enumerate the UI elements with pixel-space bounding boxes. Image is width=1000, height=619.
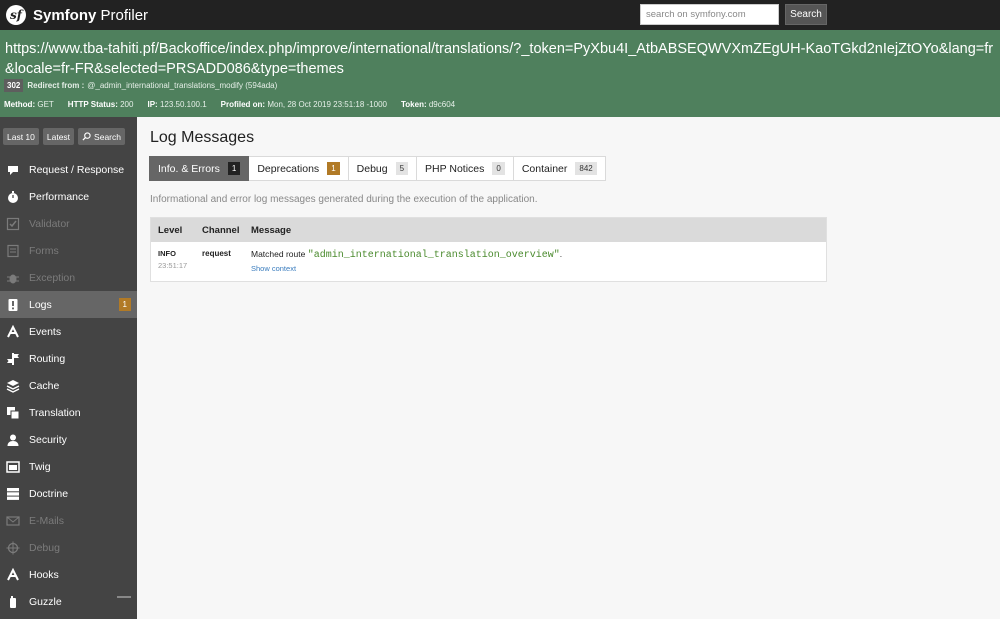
sidebar-item-logs[interactable]: Logs 1 bbox=[0, 291, 137, 318]
log-level: INFO bbox=[158, 249, 176, 258]
sidebar-item-request-response[interactable]: Request / Response bbox=[0, 156, 137, 183]
sidebar-item-doctrine[interactable]: Doctrine bbox=[0, 480, 137, 507]
log-channel-cell: request bbox=[195, 242, 244, 281]
main-panel: Log Messages Info. & Errors 1 Deprecatio… bbox=[137, 117, 1000, 619]
sidebar-item-validator[interactable]: Validator bbox=[0, 210, 137, 237]
twig-icon bbox=[6, 460, 20, 474]
crosshair-icon bbox=[6, 541, 20, 555]
log-channel: request bbox=[202, 249, 231, 258]
tab-count-badge: 842 bbox=[575, 162, 597, 175]
database-icon bbox=[6, 487, 20, 501]
sidebar-item-debug[interactable]: Debug bbox=[0, 534, 137, 561]
redirect-label: Redirect from : bbox=[27, 81, 85, 90]
sidebar-item-guzzle[interactable]: Guzzle bbox=[0, 588, 137, 615]
sidebar-scroll-indicator[interactable] bbox=[117, 596, 131, 598]
events-icon bbox=[6, 324, 20, 339]
table-row: INFO 23:51:17 request Matched route "adm… bbox=[151, 242, 826, 281]
log-table: Level Channel Message INFO 23:51:17 requ… bbox=[150, 217, 827, 282]
sidebar-search-button[interactable]: Search bbox=[78, 128, 125, 145]
form-icon bbox=[6, 244, 20, 258]
tab-count-badge: 1 bbox=[227, 162, 241, 175]
cache-layers-icon bbox=[6, 379, 20, 393]
tab-count-badge: 0 bbox=[492, 162, 505, 175]
meta-profiled-on: Profiled on: Mon, 28 Oct 2019 23:51:18 -… bbox=[220, 100, 387, 109]
redirect-info: 302 Redirect from : @_admin_internationa… bbox=[4, 79, 277, 92]
translation-icon bbox=[6, 406, 20, 420]
log-message: Matched route "admin_international_trans… bbox=[251, 249, 563, 261]
log-level-cell: INFO 23:51:17 bbox=[151, 242, 195, 281]
log-table-header: Level Channel Message bbox=[151, 218, 826, 242]
tab-deprecations[interactable]: Deprecations 1 bbox=[249, 156, 349, 181]
symfony-logo-icon: sf bbox=[6, 5, 26, 25]
sidebar-item-cache[interactable]: Cache bbox=[0, 372, 137, 399]
request-icon bbox=[6, 163, 20, 177]
redirect-route-link[interactable]: @_admin_international_translations_modif… bbox=[87, 81, 277, 90]
status-badge: 302 bbox=[4, 79, 24, 92]
column-header-message: Message bbox=[251, 224, 292, 236]
sidebar-item-hooks[interactable]: Hooks bbox=[0, 561, 137, 588]
brand-title: Symfony Profiler bbox=[33, 6, 149, 24]
logs-icon bbox=[6, 298, 20, 312]
column-header-channel: Channel bbox=[202, 224, 240, 236]
log-message-cell: Matched route "admin_international_trans… bbox=[244, 242, 826, 281]
hooks-icon bbox=[6, 567, 20, 582]
mail-icon bbox=[6, 514, 20, 528]
request-url[interactable]: https://www.tba-tahiti.pf/Backoffice/ind… bbox=[5, 39, 995, 79]
logs-count-badge: 1 bbox=[118, 298, 131, 311]
search-button[interactable]: Search bbox=[785, 4, 827, 25]
tab-count-badge: 1 bbox=[327, 162, 340, 175]
search-icon bbox=[82, 132, 91, 141]
guzzle-icon bbox=[6, 595, 20, 609]
tab-container[interactable]: Container 842 bbox=[513, 156, 606, 181]
meta-ip: IP: 123.50.100.1 bbox=[147, 100, 207, 109]
signpost-icon bbox=[6, 352, 20, 366]
profiler-header: sf Symfony Profiler Search bbox=[0, 0, 1000, 30]
sidebar-item-twig[interactable]: Twig bbox=[0, 453, 137, 480]
stopwatch-icon bbox=[6, 190, 20, 204]
check-icon bbox=[6, 217, 20, 231]
tab-description: Informational and error log messages gen… bbox=[150, 194, 538, 205]
panel-nav: Request / Response Performance Validator… bbox=[0, 156, 137, 615]
user-icon bbox=[6, 433, 20, 447]
tab-php-notices[interactable]: PHP Notices 0 bbox=[417, 156, 514, 181]
log-time: 23:51:17 bbox=[158, 261, 188, 270]
last-10-button[interactable]: Last 10 bbox=[3, 128, 39, 145]
route-name: "admin_international_translation_overvie… bbox=[307, 250, 560, 261]
sidebar-item-routing[interactable]: Routing bbox=[0, 345, 137, 372]
log-tabs: Info. & Errors 1 Deprecations 1 Debug 5 … bbox=[149, 156, 606, 181]
symfony-logo[interactable]: sf Symfony Profiler bbox=[6, 5, 148, 25]
tab-count-badge: 5 bbox=[395, 162, 409, 175]
meta-http-status: HTTP Status: 200 bbox=[67, 100, 134, 109]
sidebar-item-emails[interactable]: E-Mails bbox=[0, 507, 137, 534]
sidebar-shortcuts: Last 10 Latest Search bbox=[3, 128, 129, 145]
meta-token: Token: d9c604 bbox=[400, 100, 456, 109]
request-meta: Method: GET HTTP Status: 200 IP: 123.50.… bbox=[4, 100, 469, 109]
search-input[interactable] bbox=[640, 4, 779, 25]
show-context-link[interactable]: Show context bbox=[251, 264, 296, 273]
tab-info-errors[interactable]: Info. & Errors 1 bbox=[149, 156, 250, 181]
page-title: Log Messages bbox=[150, 129, 255, 146]
bug-icon bbox=[6, 271, 20, 285]
sidebar-item-events[interactable]: Events bbox=[0, 318, 137, 345]
sidebar-item-translation[interactable]: Translation bbox=[0, 399, 137, 426]
request-summary: https://www.tba-tahiti.pf/Backoffice/ind… bbox=[0, 30, 1000, 117]
sidebar: Last 10 Latest Search Request / Response… bbox=[0, 117, 137, 619]
tab-debug[interactable]: Debug 5 bbox=[348, 156, 418, 181]
sidebar-item-exception[interactable]: Exception bbox=[0, 264, 137, 291]
latest-button[interactable]: Latest bbox=[42, 128, 75, 145]
meta-method: Method: GET bbox=[4, 100, 54, 109]
sidebar-item-performance[interactable]: Performance bbox=[0, 183, 137, 210]
sidebar-item-security[interactable]: Security bbox=[0, 426, 137, 453]
column-header-level: Level bbox=[158, 224, 183, 236]
sidebar-item-forms[interactable]: Forms bbox=[0, 237, 137, 264]
